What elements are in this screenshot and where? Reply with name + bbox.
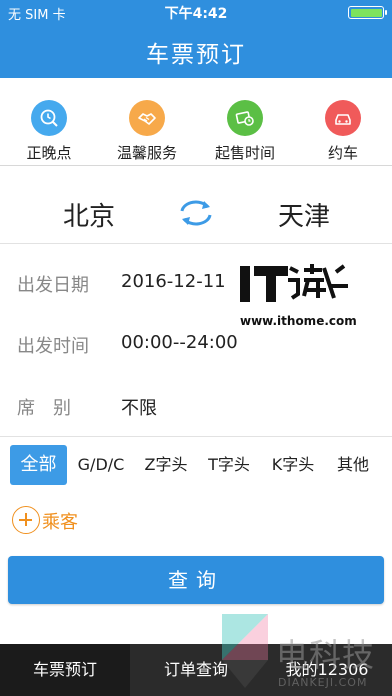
plus-circle-icon [12, 506, 40, 534]
clock-search-icon [31, 100, 67, 136]
tab-ticket-booking[interactable]: 车票预订 [0, 644, 130, 696]
quick-sale-time[interactable]: 起售时间 [196, 78, 294, 166]
quick-warm-service[interactable]: 温馨服务 [98, 78, 196, 166]
quick-label: 约车 [327, 144, 358, 162]
route-selector: 北京 天津 [0, 180, 392, 244]
seat-value: 不限 [121, 398, 157, 419]
date-label: 出发日期 [17, 275, 89, 296]
battery-icon [348, 6, 387, 19]
passenger-label: 乘客 [42, 512, 78, 533]
filter-all[interactable]: 全部 [10, 445, 67, 485]
filter-k[interactable]: K字头 [263, 445, 323, 485]
status-time: 下午4:42 [164, 6, 228, 22]
swap-icon[interactable] [176, 198, 216, 232]
date-value: 2016-12-11 [121, 271, 226, 292]
ithome-logo [240, 264, 348, 302]
quick-actions: 正晚点 温馨服务 起售时间 约车 [0, 78, 392, 166]
to-station[interactable]: 天津 [244, 196, 364, 233]
from-station[interactable]: 北京 [29, 196, 149, 233]
time-label: 出发时间 [17, 336, 89, 357]
quick-label: 正晚点 [26, 144, 72, 162]
brand-title: 电科技 [276, 636, 376, 674]
time-value: 00:00--24:00 [121, 332, 238, 353]
diankeji-watermark: 电科技 DIANKEJI.COM [216, 604, 392, 696]
car-icon [325, 100, 361, 136]
ticket-clock-icon [227, 100, 263, 136]
quick-label: 起售时间 [214, 144, 275, 162]
diankeji-logo [222, 614, 268, 688]
query-button[interactable]: 查询 [8, 556, 384, 604]
handshake-icon [129, 100, 165, 136]
filter-z[interactable]: Z字头 [137, 445, 195, 485]
departure-time-row[interactable]: 出发时间 00:00--24:00 [0, 312, 392, 374]
filter-gdc[interactable]: G/D/C [72, 445, 130, 485]
train-type-filter: 全部 G/D/C Z字头 T字头 K字头 其他 [0, 436, 392, 492]
nav-bar: 车票预订 [0, 24, 392, 78]
quick-book-car[interactable]: 约车 [294, 78, 392, 166]
filter-t[interactable]: T字头 [200, 445, 258, 485]
quick-label: 温馨服务 [116, 144, 177, 162]
status-bar: 无 SIM 卡 下午4:42 [0, 0, 392, 24]
page-title: 车票预订 [146, 42, 246, 68]
brand-subtitle: DIANKEJI.COM [278, 676, 368, 689]
quick-delay-status[interactable]: 正晚点 [0, 78, 98, 166]
seat-class-row[interactable]: 席别 不限 [0, 374, 392, 436]
seat-label: 席别 [17, 398, 89, 419]
filter-other[interactable]: 其他 [327, 445, 379, 485]
